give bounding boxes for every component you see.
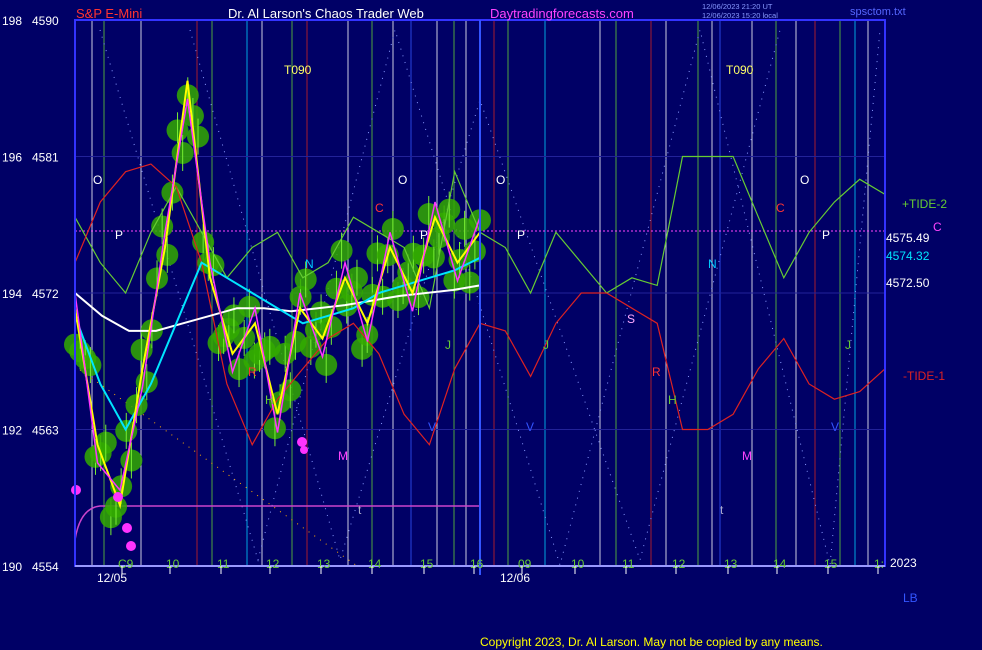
marker-v: V xyxy=(831,420,839,434)
symbol-label: S&P E-Mini xyxy=(76,6,142,21)
marker-o: O xyxy=(800,173,809,187)
x-tick-label: 13 xyxy=(317,557,331,571)
value-label-yellow: 4575.49 xyxy=(886,231,930,245)
marker-c: C xyxy=(776,201,785,215)
tide-plus-label: +TIDE-2 xyxy=(902,197,947,211)
x-tick-label: 11 xyxy=(217,557,230,571)
lb-label: LB xyxy=(903,591,918,605)
marker-v: V xyxy=(526,420,534,434)
marker-h: H xyxy=(668,393,677,407)
value-label-cyan: 4574.32 xyxy=(886,249,930,263)
marker-c: C xyxy=(375,201,384,215)
magenta-dot xyxy=(126,541,136,551)
x-tick-label: 14 xyxy=(368,557,382,571)
value-label-white: 4572.50 xyxy=(886,276,930,290)
marker-o: O xyxy=(496,173,505,187)
x-tick-label: 10 xyxy=(166,557,180,571)
x-tick-label: 10 xyxy=(571,557,585,571)
copyright-notice: Copyright 2023, Dr. Al Larson. May not b… xyxy=(480,635,823,649)
timestamp-local: 12/06/2023 15:20 local xyxy=(702,11,778,20)
y-tick-left: 194 xyxy=(2,287,22,301)
x-tick-label: 09 xyxy=(518,557,532,571)
marker-p: P xyxy=(420,228,428,242)
chart-title: Dr. Al Larson's Chaos Trader Web xyxy=(228,6,424,21)
data-file-name: spsctom.txt xyxy=(850,6,906,18)
marker-n: N xyxy=(708,257,717,271)
y-tick-right: 4572 xyxy=(32,287,59,301)
marker-r: R xyxy=(652,365,661,379)
marker-s: S xyxy=(627,312,635,326)
y-tick-left: 192 xyxy=(2,424,22,438)
x-tick-label: 14 xyxy=(773,557,787,571)
marker-o: O xyxy=(398,173,407,187)
marker-h: H xyxy=(265,393,274,407)
chaos-trader-chart: S&P E-Mini Dr. Al Larson's Chaos Trader … xyxy=(0,0,982,650)
marker-p: P xyxy=(115,228,123,242)
y-tick-right: 4554 xyxy=(32,560,59,574)
x-tick-label: 13 xyxy=(724,557,738,571)
x-tick-label: 11 xyxy=(622,557,635,571)
y-tick-right: 4563 xyxy=(32,424,59,438)
marker-j: J xyxy=(543,338,549,352)
y-tick-right: 4581 xyxy=(32,151,59,165)
marker-o: O xyxy=(93,173,102,187)
date-label: 12/05 xyxy=(97,571,127,585)
y-tick-left: 190 xyxy=(2,560,22,574)
marker-n: N xyxy=(305,257,314,271)
marker-p: P xyxy=(517,228,525,242)
x-tick-label: 15 xyxy=(420,557,434,571)
marker-t090: T090 xyxy=(726,63,754,77)
marker-m: M xyxy=(338,449,348,463)
x-tick-label: 15 xyxy=(824,557,838,571)
tide-minus-label: -TIDE-1 xyxy=(903,369,945,383)
x-tick-label: 1: xyxy=(874,557,884,571)
marker-j: J xyxy=(845,338,851,352)
x-tick-label: 12 xyxy=(672,557,686,571)
x-tick-label: 16 xyxy=(470,557,484,571)
marker-r: R xyxy=(248,365,257,379)
y-tick-left: 196 xyxy=(2,151,22,165)
date-label: 12/06 xyxy=(500,571,530,585)
c-marker-right: C xyxy=(933,220,942,234)
x-tick-label: 12 xyxy=(266,557,280,571)
year-label: 2023 xyxy=(890,556,917,570)
x-tick-label: C9 xyxy=(118,557,134,571)
marker-v: V xyxy=(428,420,436,434)
magenta-dot xyxy=(300,446,308,454)
magenta-dot xyxy=(297,437,307,447)
magenta-dot xyxy=(122,523,132,533)
y-tick-left: 198 xyxy=(2,14,22,28)
site-link[interactable]: Daytradingforecasts.com xyxy=(490,6,634,21)
magenta-dot xyxy=(113,492,123,502)
marker-p: P xyxy=(822,228,830,242)
timestamp-ut: 12/06/2023 21:20 UT xyxy=(702,2,773,11)
marker-j: J xyxy=(445,338,451,352)
y-tick-right: 4590 xyxy=(32,14,59,28)
marker-m: M xyxy=(742,449,752,463)
marker-t090: T090 xyxy=(284,63,312,77)
